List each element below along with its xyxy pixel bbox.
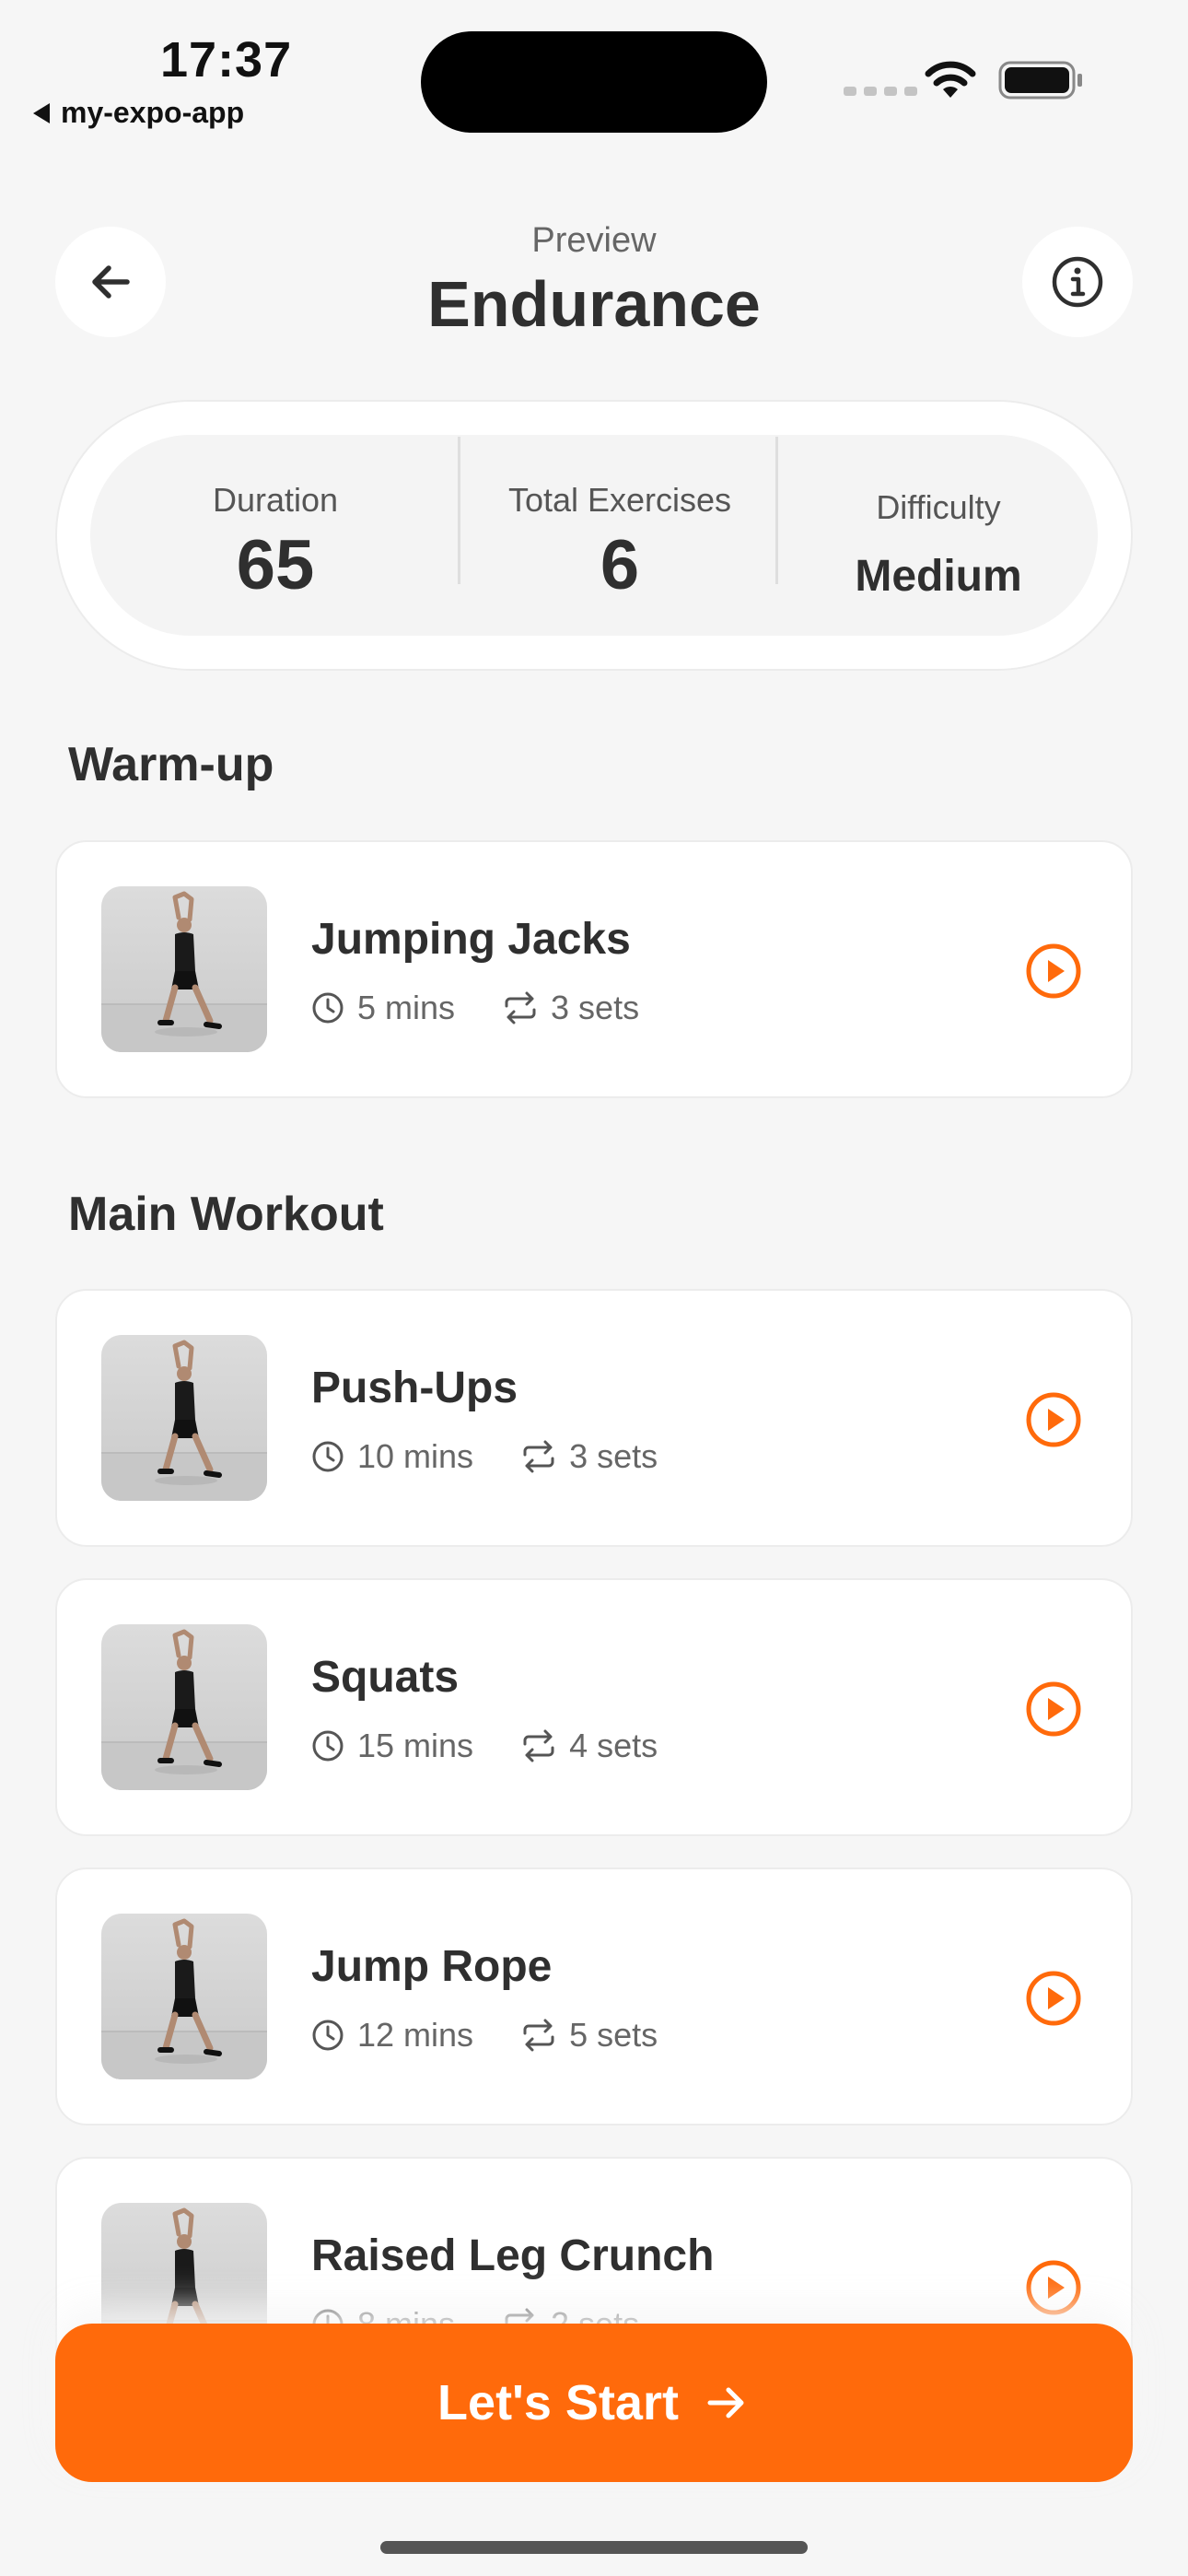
exercise-meta: 12 mins 5 sets [311,2015,658,2055]
lets-start-label: Let's Start [437,2375,679,2430]
exercise-sets: 3 sets [503,989,639,1027]
page-title: Endurance [427,268,761,340]
info-icon [1052,256,1103,308]
back-triangle-icon [33,102,50,123]
header-subtitle: Preview [531,221,657,260]
repeat-icon [505,991,536,1025]
exercise-meta: 15 mins 4 sets [311,1726,658,1766]
arrow-right-icon [707,2387,744,2418]
exercise-duration: 12 mins [311,2016,473,2055]
clock-icon [312,1441,344,1472]
exercise-thumbnail [101,886,267,1052]
stat-difficulty: Difficulty Medium [779,435,1098,636]
exercise-sets-text: 5 sets [569,2016,658,2054]
exercise-name: Squats [311,1653,460,1702]
stat-duration-label: Duration [212,481,339,519]
exercise-card[interactable]: Jump Rope 12 mins 5 sets [55,1868,1133,2125]
stat-exercises-label: Total Exercises [507,481,732,519]
cellular-signal-icon [844,87,917,96]
repeat-icon [523,1440,554,1473]
exercise-duration-text: 5 mins [357,989,456,1026]
stat-total-exercises: Total Exercises 6 [460,435,779,636]
exercise-thumbnail [101,1624,267,1790]
exercise-duration-text: 15 mins [357,1727,474,1764]
exercise-meta: 5 mins 3 sets [311,988,639,1028]
workout-stats-inner: Duration 65 Total Exercises 6 Difficulty… [90,435,1098,636]
play-exercise-button[interactable] [1024,2258,1083,2317]
exercise-name: Raised Leg Crunch [311,2231,715,2280]
exercise-sets-text: 3 sets [551,989,640,1026]
repeat-icon [523,2019,554,2052]
back-to-app-link[interactable]: my-expo-app [33,96,244,130]
play-circle-icon [1026,943,1081,999]
play-exercise-button[interactable] [1024,942,1083,1001]
clock-icon [312,1730,344,1762]
exercise-duration: 15 mins [311,1727,473,1765]
stat-difficulty-value: Medium [855,552,1022,601]
exercise-thumbnail [101,1335,267,1501]
exercise-meta: 10 mins 3 sets [311,1436,658,1477]
exercise-duration-text: 10 mins [357,1437,474,1475]
exercise-sets: 3 sets [521,1437,658,1476]
play-circle-icon [1026,1392,1081,1447]
stat-difficulty-label: Difficulty [876,488,1001,526]
exercise-name: Push-Ups [311,1364,518,1412]
play-exercise-button[interactable] [1024,1680,1083,1739]
play-circle-icon [1026,2260,1081,2315]
exercise-name: Jump Rope [311,1942,553,1991]
exercise-card[interactable]: Push-Ups 10 mins 3 sets [55,1289,1133,1547]
clock-icon [312,992,344,1024]
status-bar: 17:37 my-expo-app [0,0,1188,147]
stat-divider [458,437,460,584]
exercise-card[interactable]: Squats 15 mins 4 sets [55,1578,1133,1836]
exercise-duration-text: 12 mins [357,2016,474,2054]
stat-duration: Duration 65 [90,435,460,636]
wifi-icon [925,61,976,98]
exercise-sets-text: 4 sets [569,1727,658,1764]
exercise-thumbnail [101,1914,267,2079]
clock-icon [312,2020,344,2051]
exercise-sets: 4 sets [521,1727,658,1765]
stat-exercises-value: 6 [600,526,640,604]
play-circle-icon [1026,1971,1081,2026]
exercise-card[interactable]: Jumping Jacks 5 mins 3 sets [55,840,1133,1098]
section-title-main-workout: Main Workout [68,1188,384,1241]
home-indicator [380,2541,808,2554]
repeat-icon [523,1729,554,1762]
exercise-duration: 10 mins [311,1437,473,1476]
section-title-warmup: Warm-up [68,738,274,791]
stat-duration-value: 65 [236,526,315,604]
exercise-duration: 5 mins [311,989,455,1027]
stat-divider [775,437,778,584]
play-exercise-button[interactable] [1024,1390,1083,1449]
back-app-label: my-expo-app [61,96,245,129]
workout-stats-card: Duration 65 Total Exercises 6 Difficulty… [55,400,1133,671]
play-circle-icon [1026,1681,1081,1737]
play-exercise-button[interactable] [1024,1969,1083,2028]
exercise-name: Jumping Jacks [311,915,631,964]
lets-start-button[interactable]: Let's Start [55,2324,1133,2482]
exercise-sets: 5 sets [521,2016,658,2055]
status-time: 17:37 [160,32,293,88]
battery-icon [998,61,1082,100]
exercise-sets-text: 3 sets [569,1437,658,1475]
dynamic-island [421,31,767,133]
info-button[interactable] [1022,227,1133,337]
